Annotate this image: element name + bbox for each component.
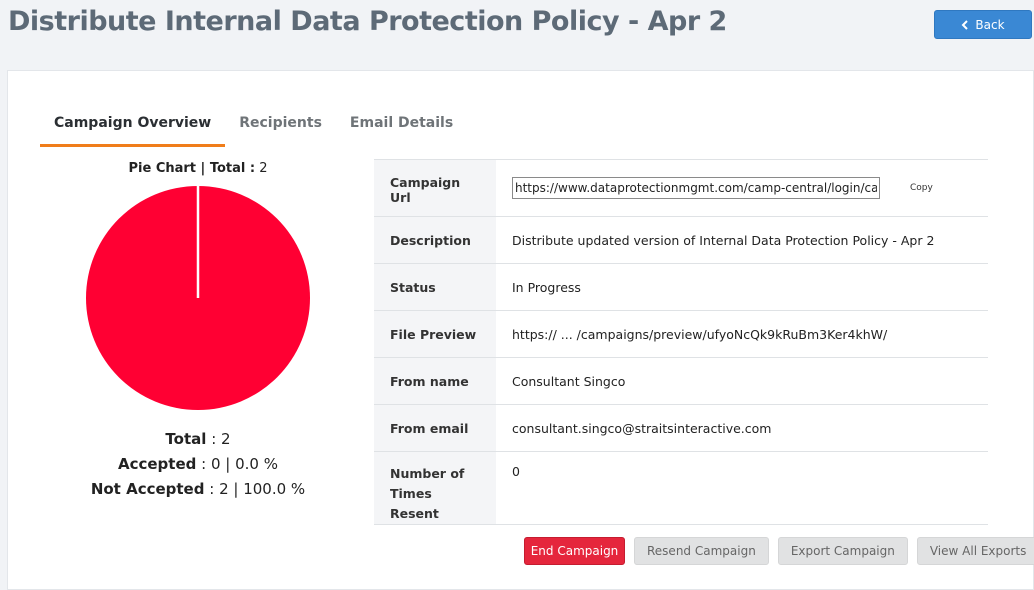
tab-campaign-overview[interactable]: Campaign Overview: [40, 113, 226, 147]
times-resent-value: 0: [496, 451, 988, 525]
back-button[interactable]: Back: [934, 10, 1032, 39]
end-campaign-button[interactable]: End Campaign: [524, 537, 625, 565]
table-row: File Preview https:// ... /campaigns/pre…: [374, 310, 988, 358]
from-name-value: Consultant Singco: [496, 357, 988, 405]
description-value: Distribute updated version of Internal D…: [496, 216, 988, 264]
stat-not-accepted: Not Accepted : 2 | 100.0 %: [48, 477, 348, 502]
campaign-card: Campaign Overview Recipients Email Detai…: [7, 70, 1034, 590]
stat-total-label: Total: [165, 430, 207, 448]
status-value: In Progress: [496, 263, 988, 311]
table-row: Number of Times Resent 0: [374, 451, 988, 525]
stat-total: Total : 2: [48, 427, 348, 452]
description-label: Description: [374, 216, 496, 264]
stat-accepted-label: Accepted: [117, 455, 197, 473]
campaign-url-input[interactable]: [512, 177, 880, 199]
table-row: From name Consultant Singco: [374, 357, 988, 405]
table-row: From email consultant.singco@straitsinte…: [374, 404, 988, 452]
chevron-left-icon: [962, 19, 969, 30]
times-resent-label: Number of Times Resent: [374, 451, 496, 525]
tab-bar: Campaign Overview Recipients Email Detai…: [40, 113, 467, 147]
view-all-exports-button[interactable]: View All Exports: [916, 537, 1034, 565]
campaign-details-table: Campaign Url Copy Description Distribute…: [374, 159, 988, 525]
stat-total-value: : 2: [211, 430, 231, 448]
chart-stats: Total : 2 Accepted : 0 | 0.0 % Not Accep…: [48, 427, 348, 502]
back-button-label: Back: [975, 17, 1005, 32]
from-email-label: From email: [374, 404, 496, 452]
stat-accepted-value: : 0 | 0.0 %: [201, 455, 278, 473]
resend-campaign-button[interactable]: Resend Campaign: [634, 537, 769, 565]
pie-chart: [86, 186, 310, 410]
table-row: Description Distribute updated version o…: [374, 216, 988, 264]
export-campaign-button[interactable]: Export Campaign: [777, 537, 908, 565]
tab-email-details[interactable]: Email Details: [336, 113, 467, 147]
pie-chart-panel: Pie Chart | Total : 2 Total : 2 Accepted…: [48, 161, 348, 502]
stat-accepted: Accepted : 0 | 0.0 %: [48, 452, 348, 477]
page-title: Distribute Internal Data Protection Poli…: [8, 6, 727, 37]
stat-not-accepted-value: : 2 | 100.0 %: [209, 480, 306, 498]
campaign-url-label: Campaign Url: [374, 159, 496, 217]
table-row: Status In Progress: [374, 263, 988, 311]
chart-title-label: Pie Chart | Total :: [128, 161, 256, 176]
from-name-label: From name: [374, 357, 496, 405]
chart-title-value: 2: [259, 161, 268, 176]
copy-button[interactable]: Copy: [910, 183, 933, 193]
file-preview-link[interactable]: https:// ... /campaigns/preview/ufyoNcQk…: [496, 310, 988, 358]
campaign-url-cell: Copy: [496, 159, 988, 217]
status-label: Status: [374, 263, 496, 311]
file-preview-label: File Preview: [374, 310, 496, 358]
chart-title: Pie Chart | Total : 2: [48, 161, 348, 176]
tab-recipients[interactable]: Recipients: [225, 113, 336, 147]
from-email-value: consultant.singco@straitsinteractive.com: [496, 404, 988, 452]
table-row: Campaign Url Copy: [374, 159, 988, 217]
stat-not-accepted-label: Not Accepted: [90, 480, 205, 498]
action-bar: End Campaign Resend Campaign Export Camp…: [524, 537, 1034, 565]
